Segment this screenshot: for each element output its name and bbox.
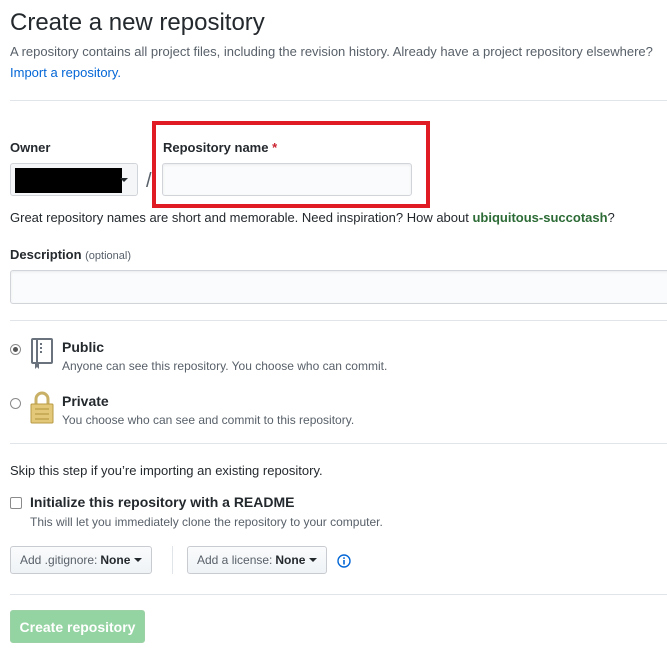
skip-step-text: Skip this step if you’re importing an ex… [10,463,323,478]
highlight-box [152,121,430,208]
owner-select[interactable] [10,163,138,196]
readme-checkbox[interactable] [10,497,22,509]
public-note: Anyone can see this repository. You choo… [62,359,388,373]
readme-note: This will let you immediately clone the … [30,515,383,529]
import-repository-link[interactable]: Import a repository. [10,65,121,80]
chevron-down-icon [309,558,318,562]
divider [10,594,667,595]
divider [10,320,667,321]
chevron-down-icon [120,178,128,182]
repo-book-icon [30,338,54,373]
name-suggestion: Great repository names are short and mem… [10,210,615,225]
dropdown-separator [172,546,173,574]
optional-hint: (optional) [85,250,131,262]
page-subtitle: A repository contains all project files,… [10,44,653,59]
public-radio[interactable] [10,344,21,355]
readme-label[interactable]: Initialize this repository with a README [30,494,294,510]
owner-repo-separator: / [146,170,152,192]
suggested-name-link[interactable]: ubiquitous-succotash [472,210,607,225]
private-note: You choose who can see and commit to thi… [62,413,355,427]
lock-icon [30,391,54,427]
owner-label: Owner [10,140,51,155]
divider [10,100,667,101]
public-label: Public [62,339,105,355]
description-input[interactable] [10,270,667,304]
create-repository-button[interactable]: Create repository [10,610,145,643]
chevron-down-icon [134,558,143,562]
gitignore-dropdown[interactable]: Add .gitignore: None [10,546,153,574]
info-icon[interactable] [337,554,351,571]
page-title: Create a new repository [10,9,265,36]
description-label: Description (optional) [10,247,131,262]
private-label: Private [62,393,109,409]
owner-redacted [15,168,122,193]
license-dropdown[interactable]: Add a license: None [187,546,328,574]
divider [10,443,667,444]
private-radio[interactable] [10,398,21,409]
